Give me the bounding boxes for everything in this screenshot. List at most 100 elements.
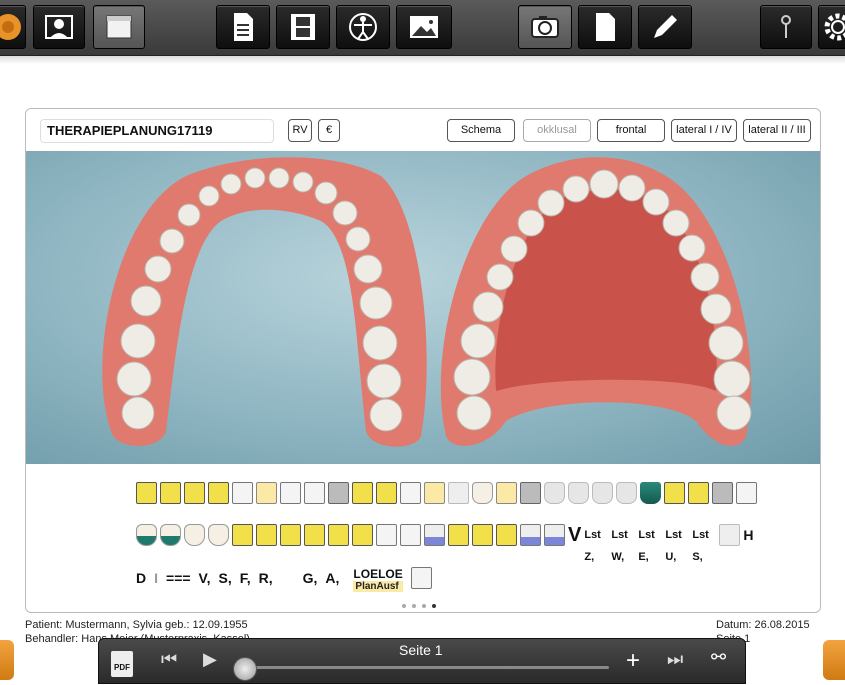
app-logo-button[interactable] (0, 5, 26, 49)
post-yellow-icon[interactable] (472, 524, 493, 546)
page-dot[interactable] (412, 604, 416, 608)
post-yellow-icon[interactable] (256, 524, 277, 546)
post-yellow-icon[interactable] (280, 524, 301, 546)
post-yellow-icon[interactable] (328, 524, 349, 546)
play-icon[interactable]: ▶ (203, 649, 217, 670)
symbol-lst-w[interactable]: Lst W, (611, 524, 635, 568)
crown-grey-icon[interactable] (328, 482, 349, 504)
page-dot[interactable] (422, 604, 426, 608)
crown-white-icon[interactable] (280, 482, 301, 504)
crown-yellow-icon[interactable] (208, 482, 229, 504)
page-slider-track[interactable] (239, 666, 609, 669)
tooth-light-icon[interactable] (592, 482, 613, 504)
symbol-a[interactable]: A, (325, 567, 339, 589)
crown-yellow-icon[interactable] (184, 482, 205, 504)
symbol-lst-u[interactable]: Lst U, (665, 524, 689, 568)
patient-button[interactable] (33, 5, 85, 49)
post-yellow-icon[interactable] (496, 524, 517, 546)
filling-yellow-icon[interactable] (376, 482, 397, 504)
post-white-icon[interactable] (376, 524, 397, 546)
crown-cream-icon[interactable] (256, 482, 277, 504)
blank-page-button[interactable] (578, 5, 632, 49)
tooth-light-icon[interactable] (568, 482, 589, 504)
occlusal-view-scene[interactable] (26, 151, 820, 464)
symbol-lst-e[interactable]: Lst E, (638, 524, 662, 568)
crown-white-icon[interactable] (410, 567, 432, 589)
symbol-equals[interactable]: === (166, 567, 191, 589)
symbol-g[interactable]: G, (303, 567, 318, 589)
post-white-icon[interactable] (400, 524, 421, 546)
folder-button[interactable] (93, 5, 145, 49)
plan-title[interactable]: THERAPIEPLANUNG17119 (40, 119, 274, 143)
symbol-i[interactable]: I (154, 567, 158, 589)
filling-white-icon[interactable] (400, 482, 421, 504)
page-dot[interactable] (402, 604, 406, 608)
bridge-light-icon[interactable] (544, 482, 565, 504)
post-blue-icon[interactable] (424, 524, 445, 546)
page-dot-active[interactable] (432, 604, 436, 608)
view-okklusal-button[interactable]: okklusal (523, 119, 591, 142)
filling-yellow-icon[interactable] (352, 482, 373, 504)
vitruvian-button[interactable] (336, 5, 390, 49)
crown-white-icon[interactable] (232, 482, 253, 504)
root-treatment-icon[interactable] (160, 524, 181, 546)
crown-yellow-icon[interactable] (160, 482, 181, 504)
settings-button[interactable] (818, 5, 845, 49)
symbol-v[interactable]: V (568, 524, 581, 546)
tooth-cream-icon[interactable] (496, 482, 517, 504)
bracket-icon[interactable] (719, 524, 741, 546)
symbol-s[interactable]: S, (219, 567, 232, 589)
post-blue-icon[interactable] (544, 524, 565, 546)
tooth-icon[interactable] (208, 524, 229, 546)
skip-forward-icon[interactable]: ⏭ (667, 649, 683, 670)
rv-button[interactable]: RV (288, 119, 312, 142)
view-frontal-button[interactable]: frontal (597, 119, 665, 142)
post-yellow-icon[interactable] (352, 524, 373, 546)
upper-jaw[interactable] (440, 157, 752, 446)
post-yellow-icon[interactable] (232, 524, 253, 546)
skip-back-icon[interactable]: ⏮ (161, 649, 177, 670)
symbol-d[interactable]: D (136, 567, 146, 589)
post-yellow-icon[interactable] (448, 524, 469, 546)
view-lateral-2-3-button[interactable]: lateral II / III (743, 119, 811, 142)
share-icon[interactable]: ⚯ (711, 647, 726, 668)
crown-yellow-icon[interactable] (136, 482, 157, 504)
loeloe-group[interactable]: LOELOE PlanAusf (353, 567, 403, 592)
implant-grey-icon[interactable] (712, 482, 733, 504)
tooth-icon[interactable] (472, 482, 493, 504)
crown-white-icon[interactable] (304, 482, 325, 504)
root-treatment-icon[interactable] (136, 524, 157, 546)
implant-crown-yellow-icon[interactable] (688, 482, 709, 504)
tooth-light-icon[interactable] (616, 482, 637, 504)
page-slider-knob[interactable] (233, 657, 257, 681)
implant-crown-yellow-icon[interactable] (664, 482, 685, 504)
add-page-icon[interactable]: + (626, 647, 640, 675)
implant-white-icon[interactable] (736, 482, 757, 504)
bridge-grey-icon[interactable] (520, 482, 541, 504)
document-button[interactable] (216, 5, 270, 49)
pencil-button[interactable] (638, 5, 692, 49)
tooth-icon[interactable] (184, 524, 205, 546)
pin-button[interactable] (760, 5, 812, 49)
symbol-lst-z[interactable]: Lst Z, (584, 524, 608, 568)
filling-grey-icon[interactable] (448, 482, 469, 504)
post-yellow-icon[interactable] (304, 524, 325, 546)
symbol-r[interactable]: R, (259, 567, 273, 589)
post-blue-icon[interactable] (520, 524, 541, 546)
symbol-v[interactable]: V, (199, 567, 211, 589)
symbol-f[interactable]: F, (240, 567, 251, 589)
film-button[interactable] (276, 5, 330, 49)
view-lateral-1-4-button[interactable]: lateral I / IV (671, 119, 737, 142)
filling-cream-icon[interactable] (424, 482, 445, 504)
implant-icon[interactable] (640, 482, 661, 504)
view-schema-button[interactable]: Schema (447, 119, 515, 142)
page-indicator[interactable] (402, 604, 436, 608)
symbol-h[interactable]: H (743, 524, 753, 546)
lower-jaw[interactable] (102, 157, 427, 447)
previous-arrow-tab[interactable] (0, 640, 14, 680)
next-arrow-tab[interactable] (823, 640, 845, 680)
image-button[interactable] (396, 5, 452, 49)
euro-button[interactable]: € (318, 119, 340, 142)
camera-button[interactable] (518, 5, 572, 49)
symbol-lst-s[interactable]: Lst S, (692, 524, 716, 568)
